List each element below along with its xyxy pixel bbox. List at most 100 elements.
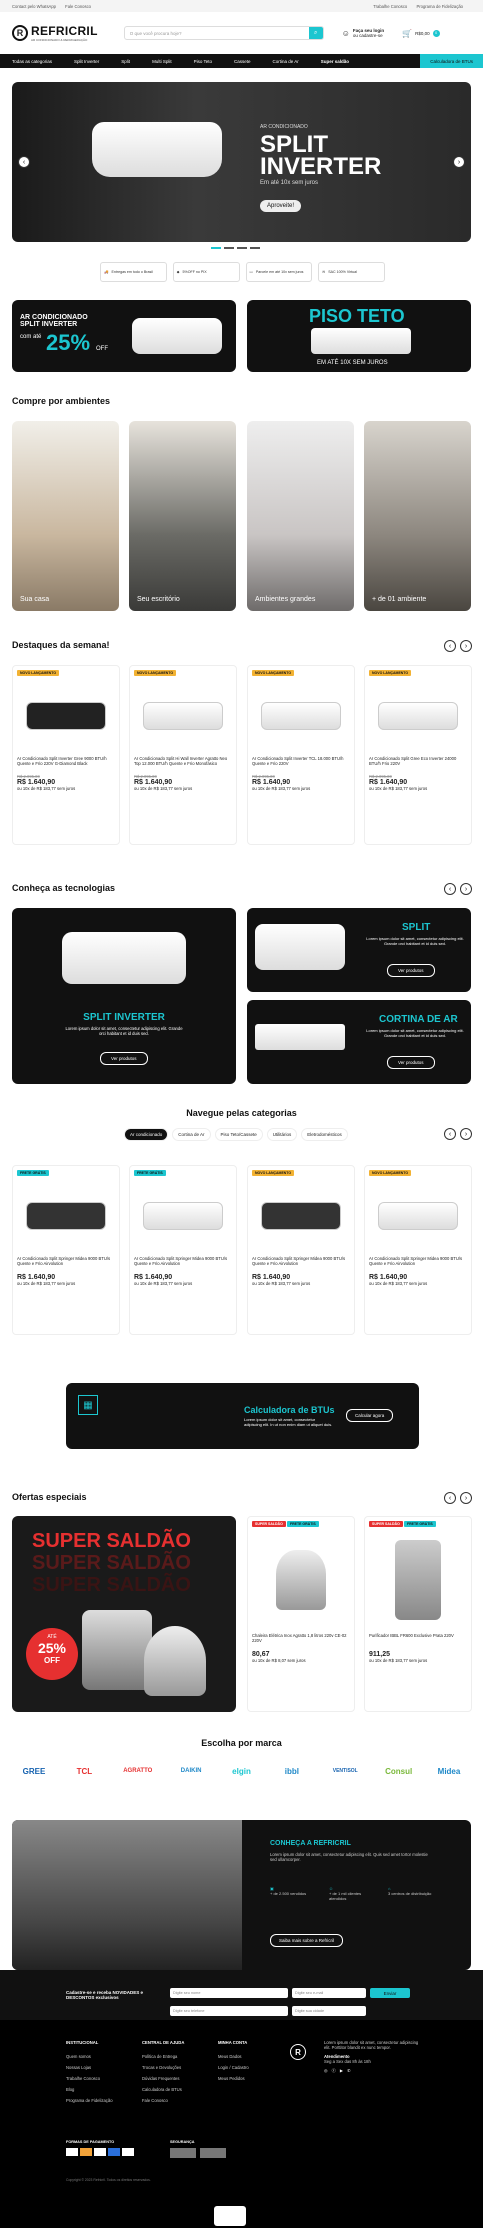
banner-off: OFF — [96, 346, 108, 352]
nav-cortina-de-ar[interactable]: Cortina de Ar — [273, 59, 299, 64]
product-card[interactable]: NOVO LANÇAMENTO Ar Condicionado Split Hi… — [129, 665, 237, 845]
tab-eletrodomesticos[interactable]: Eletrodomésticos — [301, 1128, 348, 1141]
newsletter-submit-button[interactable]: Enviar — [370, 1988, 410, 1998]
footer-link[interactable]: Política de Entrega — [142, 2051, 222, 2062]
calc-btus-banner[interactable]: ▦ Calculadora de BTUs Lorem ipsum dolor … — [66, 1383, 419, 1449]
ambiente-card[interactable]: Ambientes grandes — [247, 421, 354, 611]
footer-link[interactable]: Fale Conosco — [142, 2095, 222, 2106]
tab-utilitarios[interactable]: Utilitários — [266, 1128, 298, 1141]
footer-link[interactable]: Trocas e Devoluções — [142, 2062, 222, 2073]
banner-split-inverter[interactable]: AR CONDICIONADO SPLIT INVERTER com até 2… — [12, 300, 236, 372]
brand-elgin[interactable]: elgin — [220, 1760, 264, 1782]
hero-pagination[interactable] — [211, 247, 260, 249]
tab-cortina-de-ar[interactable]: Cortina de Ar — [172, 1128, 211, 1141]
facebook-icon[interactable]: ⓕ — [332, 2068, 336, 2074]
whatsapp-icon[interactable]: ✆ — [347, 2068, 351, 2074]
footer-link[interactable]: Dúvidas Frequentes — [142, 2073, 222, 2084]
product-card[interactable]: NOVO LANÇAMENTO Ar Condicionado Split In… — [12, 665, 120, 845]
hero-banner[interactable]: AR CONDICIONADO SPLIT INVERTER Em até 10… — [12, 82, 471, 242]
fidelizacao-link[interactable]: Programa de Fidelização — [416, 4, 463, 9]
about-button[interactable]: Saiba mais sobre a Refricril — [270, 1934, 344, 1947]
footer-link[interactable]: Meus Pedidos — [218, 2073, 288, 2084]
tech-next-arrow-icon[interactable]: › — [460, 883, 472, 895]
newsletter-phone-input[interactable]: Digite seu telefone — [170, 2006, 288, 2016]
product-tag: SUPER SALDÃO — [369, 1521, 403, 1527]
newsletter-email-input[interactable]: Digite seu e-mail — [292, 1988, 366, 1998]
cart-button[interactable]: 🛒 R$0,00 0 — [402, 29, 440, 38]
ambiente-card[interactable]: + de 01 ambiente — [364, 421, 471, 611]
tech-card-split-inverter[interactable]: SPLIT INVERTER Lorem ipsum dolor sit ame… — [12, 908, 236, 1084]
tab-piso-teto-cassete[interactable]: Piso Teto/Cassete — [214, 1128, 263, 1141]
footer-link[interactable]: Quem somos — [66, 2051, 146, 2062]
brand-ventisol[interactable]: VENTISOL — [320, 1760, 370, 1782]
tab-ar-condicionado[interactable]: Ar condicionado — [124, 1128, 169, 1141]
back-to-top-button[interactable] — [214, 2206, 246, 2226]
brand-tcl[interactable]: TCL — [62, 1760, 106, 1782]
brand-consul[interactable]: Consul — [377, 1760, 421, 1782]
tech-button[interactable]: Ver produtos — [387, 1056, 435, 1069]
tech-card-split[interactable]: SPLIT Lorem ipsum dolor sit amet, consec… — [247, 908, 471, 992]
nav-split-inverter[interactable]: Split Inverter — [74, 59, 99, 64]
ofertas-next-arrow-icon[interactable]: › — [460, 1492, 472, 1504]
destaques-next-arrow-icon[interactable]: › — [460, 640, 472, 652]
hero-prev-arrow-icon[interactable]: ‹ — [18, 156, 30, 168]
footer-link[interactable]: Meus Dados — [218, 2051, 288, 2062]
nav-calc-btus[interactable]: Calculadora de BTUs — [420, 54, 483, 68]
hero-next-arrow-icon[interactable]: › — [453, 156, 465, 168]
ambiente-card[interactable]: Sua casa — [12, 421, 119, 611]
logo-text: REFRICRIL — [31, 24, 98, 38]
ofertas-prev-arrow-icon[interactable]: ‹ — [444, 1492, 456, 1504]
product-card[interactable]: NOVO LANÇAMENTO Ar Condicionado Split Sp… — [247, 1165, 355, 1335]
product-card[interactable]: FRETE GRÁTIS Ar Condicionado Split Sprin… — [129, 1165, 237, 1335]
nav-piso-teto[interactable]: Piso Teto — [194, 59, 212, 64]
cart-count-badge: 0 — [432, 29, 440, 37]
logo[interactable]: R REFRICRIL AR CONDICIONADO & REFRIGERAÇ… — [12, 24, 98, 42]
footer-link[interactable]: Trabalhe Conosco — [66, 2073, 146, 2084]
trabalhe-conosco-link[interactable]: Trabalhe Conosco — [373, 4, 407, 9]
product-card[interactable]: SUPER SALDÃO FRETE GRÁTIS Purificador IB… — [364, 1516, 472, 1712]
tech-card-cortina[interactable]: CORTINA DE AR Lorem ipsum dolor sit amet… — [247, 1000, 471, 1084]
calc-button[interactable]: Calcular agora — [346, 1409, 394, 1422]
brand-midea[interactable]: Midea — [427, 1760, 471, 1782]
login-link[interactable]: ☺ Faça seu login ou cadastre-se — [342, 28, 384, 38]
product-card[interactable]: NOVO LANÇAMENTO Ar Condicionado Split Sp… — [364, 1165, 472, 1335]
search-input[interactable]: O que você procura hoje? ⌕ — [123, 26, 324, 40]
tech-prev-arrow-icon[interactable]: ‹ — [444, 883, 456, 895]
product-name: Ar Condicionado Split Inverter Gree 9000… — [17, 756, 107, 766]
hero-cta-button[interactable]: Aproveite! — [260, 200, 302, 212]
footer-link[interactable]: Calculadora de BTUs — [142, 2084, 222, 2095]
brand-agratto[interactable]: AGRATTO — [113, 1760, 163, 1782]
nav-split[interactable]: Split — [121, 59, 130, 64]
fale-conosco-link[interactable]: Fale Conosco — [65, 4, 91, 9]
youtube-icon[interactable]: ▶ — [340, 2068, 343, 2074]
newsletter-name-input[interactable]: Digite seu nome — [170, 1988, 288, 1998]
nav-super-saldao[interactable]: Super saldão — [321, 59, 349, 64]
product-card[interactable]: FRETE GRÁTIS Ar Condicionado Split Sprin… — [12, 1165, 120, 1335]
footer-link[interactable]: Blog — [66, 2084, 146, 2095]
instagram-icon[interactable]: ◎ — [324, 2068, 328, 2074]
super-saldao-banner[interactable]: SUPER SALDÃO SUPER SALDÃO SUPER SALDÃO A… — [12, 1516, 236, 1712]
search-icon[interactable]: ⌕ — [308, 27, 323, 39]
cat-next-arrow-icon[interactable]: › — [460, 1128, 472, 1140]
brand-ibbl[interactable]: ibbl — [270, 1760, 314, 1782]
product-card[interactable]: NOVO LANÇAMENTO Ar Condicionado Split In… — [247, 665, 355, 845]
footer-link[interactable]: Programa de Fidelização — [66, 2095, 146, 2106]
product-price: R$ 1.640,90 — [134, 1274, 173, 1281]
whatsapp-link[interactable]: Contact pelo WhatsApp — [12, 4, 56, 9]
nav-cassete[interactable]: Cassete — [234, 59, 251, 64]
brand-daikin[interactable]: DAIKIN — [169, 1760, 213, 1782]
banner-piso-teto[interactable]: PISO TETO EM ATÉ 10X SEM JUROS — [247, 300, 471, 372]
footer-link[interactable]: Login / Cadastro — [218, 2062, 288, 2073]
product-card[interactable]: SUPER SALDÃO FRETE GRÁTIS Chaleira Elétr… — [247, 1516, 355, 1712]
newsletter-city-input[interactable]: Digite sua cidade — [292, 2006, 366, 2016]
ambiente-card[interactable]: Seu escritório — [129, 421, 236, 611]
tech-button[interactable]: Ver produtos — [387, 964, 435, 977]
product-card[interactable]: NOVO LANÇAMENTO Ar Condicionado Split Gr… — [364, 665, 472, 845]
cat-prev-arrow-icon[interactable]: ‹ — [444, 1128, 456, 1140]
brand-gree[interactable]: GREE — [12, 1760, 56, 1782]
nav-all-categories[interactable]: Todas as categorias — [12, 59, 52, 64]
destaques-prev-arrow-icon[interactable]: ‹ — [444, 640, 456, 652]
nav-multi-split[interactable]: Multi Split — [152, 59, 172, 64]
tech-button[interactable]: Ver produtos — [100, 1052, 148, 1065]
footer-link[interactable]: Nossas Lojas — [66, 2062, 146, 2073]
